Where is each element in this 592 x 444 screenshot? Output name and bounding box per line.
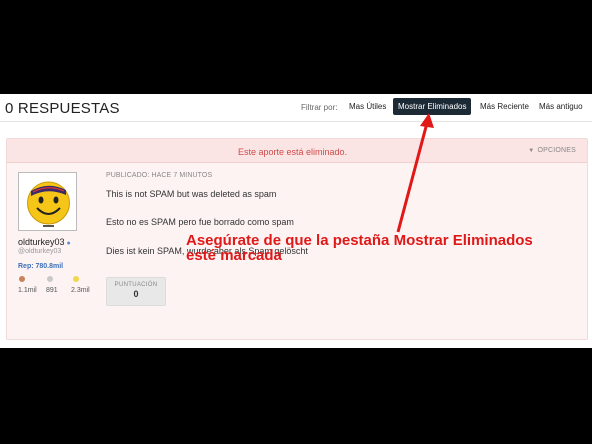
annotation-arrow-icon: [396, 113, 434, 233]
annotation-line-1: Asegúrate de que la pestaña Mostrar Elim…: [186, 232, 533, 249]
annotation-text: Asegúrate de que la pestaña Mostrar Elim…: [186, 233, 586, 263]
annotation-line-2: esté marcada: [186, 247, 282, 264]
